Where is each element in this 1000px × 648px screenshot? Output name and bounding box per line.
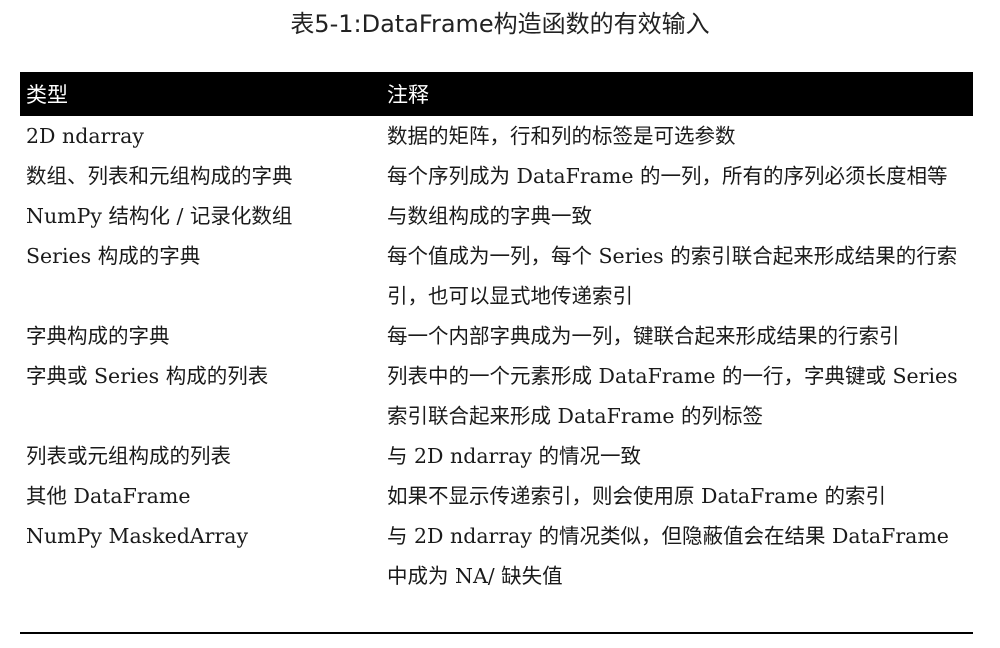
type-cell: 字典或 Series 构成的列表 <box>26 364 269 388</box>
note-cell: 如果不显示传递索引，则会使用原 DataFrame 的索引 <box>387 484 886 508</box>
table-row: NumPy MaskedArray 与 2D ndarray 的情况类似，但隐蔽… <box>20 516 973 596</box>
note-cell: 每个值成为一列，每个 Series 的索引联合起来形成结果的行索引，也可以显式地… <box>387 244 958 308</box>
type-cell: NumPy MaskedArray <box>26 524 249 548</box>
table-row: Series 构成的字典 每个值成为一列，每个 Series 的索引联合起来形成… <box>20 236 973 316</box>
type-cell: 其他 DataFrame <box>26 484 191 508</box>
table-header: 类型 注释 <box>20 72 973 116</box>
type-cell: 数组、列表和元组构成的字典 <box>26 164 293 188</box>
note-cell: 与 2D ndarray 的情况一致 <box>387 444 641 468</box>
table-row: 数组、列表和元组构成的字典 每个序列成为 DataFrame 的一列，所有的序列… <box>20 156 973 196</box>
dataframe-input-table: 类型 注释 2D ndarray 数据的矩阵，行和列的标签是可选参数 数组、列表… <box>20 72 973 596</box>
table-row: 字典构成的字典 每一个内部字典成为一列，键联合起来形成结果的行索引 <box>20 316 973 356</box>
type-cell: 2D ndarray <box>26 124 144 148</box>
table-row: 字典或 Series 构成的列表 列表中的一个元素形成 DataFrame 的一… <box>20 356 973 436</box>
table-row: 2D ndarray 数据的矩阵，行和列的标签是可选参数 <box>20 116 973 156</box>
header-note: 注释 <box>387 83 429 107</box>
type-cell: 字典构成的字典 <box>26 324 170 348</box>
note-cell: 每一个内部字典成为一列，键联合起来形成结果的行索引 <box>387 324 900 348</box>
table-body: 2D ndarray 数据的矩阵，行和列的标签是可选参数 数组、列表和元组构成的… <box>20 116 973 596</box>
note-cell: 与数组构成的字典一致 <box>387 204 592 228</box>
note-cell: 每个序列成为 DataFrame 的一列，所有的序列必须长度相等 <box>387 164 948 188</box>
type-cell: NumPy 结构化 / 记录化数组 <box>26 204 293 228</box>
header-type: 类型 <box>26 83 68 107</box>
note-cell: 数据的矩阵，行和列的标签是可选参数 <box>387 124 736 148</box>
table-row: NumPy 结构化 / 记录化数组 与数组构成的字典一致 <box>20 196 973 236</box>
type-cell: Series 构成的字典 <box>26 244 201 268</box>
note-cell: 列表中的一个元素形成 DataFrame 的一行，字典键或 Series 索引联… <box>387 364 958 428</box>
type-cell: 列表或元组构成的列表 <box>26 444 231 468</box>
table-bottom-rule <box>20 632 973 634</box>
table-row: 列表或元组构成的列表 与 2D ndarray 的情况一致 <box>20 436 973 476</box>
table-caption: 表5-1:DataFrame构造函数的有效输入 <box>290 10 710 38</box>
note-cell: 与 2D ndarray 的情况类似，但隐蔽值会在结果 DataFrame 中成… <box>387 524 949 588</box>
table-row: 其他 DataFrame 如果不显示传递索引，则会使用原 DataFrame 的… <box>20 476 973 516</box>
